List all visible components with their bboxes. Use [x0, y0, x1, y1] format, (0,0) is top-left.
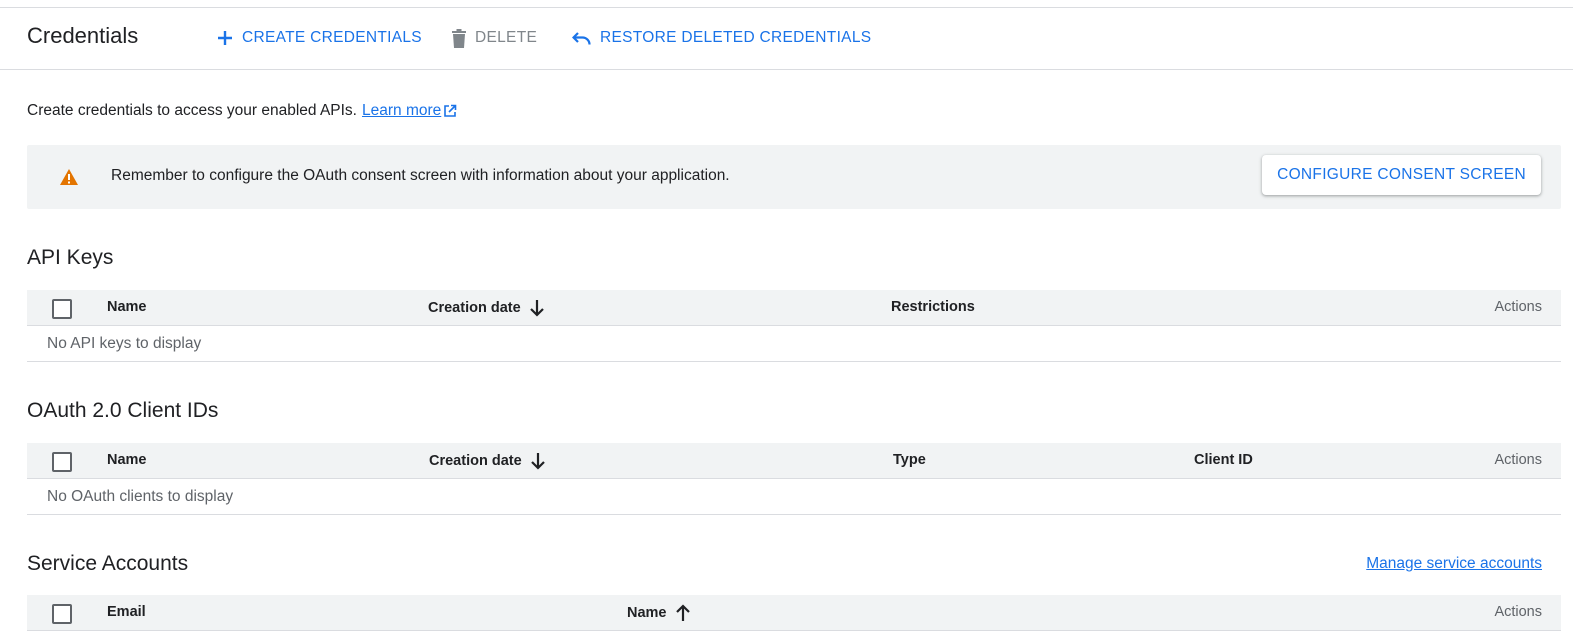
learn-more-label: Learn more — [362, 102, 442, 119]
arrow-up-icon — [675, 604, 690, 621]
undo-icon — [572, 32, 591, 45]
column-client-id[interactable]: Client ID — [1194, 452, 1253, 468]
plus-icon — [218, 31, 232, 45]
delete-button[interactable]: DELETE — [451, 26, 537, 50]
column-name[interactable]: Name — [627, 604, 691, 622]
select-all-checkbox[interactable] — [52, 604, 72, 624]
intro-message: Create credentials to access your enable… — [27, 102, 357, 119]
manage-service-accounts-link[interactable]: Manage service accounts — [1366, 555, 1542, 573]
api-keys-empty-text: No API keys to display — [47, 335, 202, 352]
restore-label: RESTORE DELETED CREDENTIALS — [600, 29, 872, 46]
trash-icon — [452, 28, 466, 48]
api-keys-title: API Keys — [27, 246, 114, 269]
learn-more-link[interactable]: Learn more — [362, 102, 457, 120]
restore-deleted-credentials-button[interactable]: RESTORE DELETED CREDENTIALS — [572, 26, 871, 50]
select-all-checkbox[interactable] — [52, 452, 72, 472]
create-credentials-button[interactable]: CREATE CREDENTIALS — [216, 26, 422, 50]
intro-text: Create credentials to access your enable… — [27, 102, 457, 120]
warning-icon — [60, 169, 78, 185]
delete-label: DELETE — [475, 29, 538, 46]
column-creation-date[interactable]: Creation date — [429, 452, 546, 470]
api-keys-table-header: Name Creation date Restrictions Actions — [27, 290, 1561, 326]
api-keys-empty-row: No API keys to display — [27, 326, 1561, 362]
banner-message: Remember to configure the OAuth consent … — [111, 167, 730, 184]
oauth-table-header: Name Creation date Type Client ID Action… — [27, 443, 1561, 479]
column-type[interactable]: Type — [893, 452, 926, 468]
oauth-client-ids-title: OAuth 2.0 Client IDs — [27, 399, 219, 422]
arrow-down-icon — [530, 453, 545, 470]
column-restrictions: Restrictions — [891, 299, 975, 315]
oauth-empty-text: No OAuth clients to display — [47, 488, 234, 505]
column-creation-date[interactable]: Creation date — [428, 299, 545, 317]
page-title: Credentials — [27, 23, 139, 48]
configure-consent-screen-button[interactable]: CONFIGURE CONSENT SCREEN — [1262, 155, 1541, 195]
oauth-consent-banner: Remember to configure the OAuth consent … — [27, 145, 1561, 209]
arrow-down-icon — [529, 300, 544, 317]
oauth-empty-row: No OAuth clients to display — [27, 479, 1561, 515]
column-email[interactable]: Email — [107, 604, 146, 620]
service-accounts-title: Service Accounts — [27, 552, 189, 575]
column-name[interactable]: Name — [107, 452, 147, 468]
service-accounts-table-header: Email Name Actions — [27, 595, 1561, 631]
column-actions: Actions — [1494, 604, 1542, 620]
create-credentials-label: CREATE CREDENTIALS — [242, 29, 422, 46]
external-link-icon — [444, 104, 457, 117]
select-all-checkbox[interactable] — [52, 299, 72, 319]
column-actions: Actions — [1494, 452, 1542, 468]
page-header: Credentials CREATE CREDENTIALS DELETE RE… — [0, 8, 1573, 70]
column-actions: Actions — [1494, 299, 1542, 315]
column-name[interactable]: Name — [107, 299, 147, 315]
